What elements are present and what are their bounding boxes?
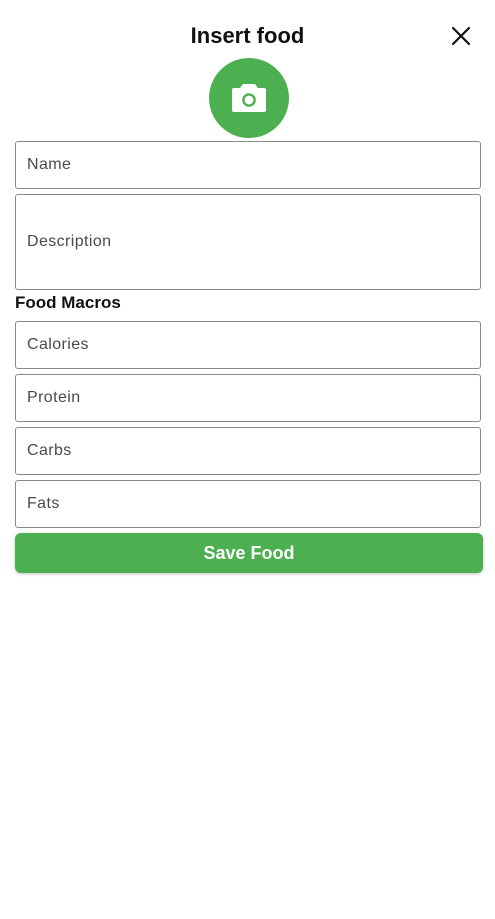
name-input[interactable] xyxy=(16,156,480,174)
page-title: Insert food xyxy=(190,23,305,48)
fats-field[interactable] xyxy=(15,480,481,528)
close-button[interactable] xyxy=(445,20,477,52)
name-field[interactable] xyxy=(15,141,481,189)
carbs-input[interactable] xyxy=(16,442,480,460)
save-food-button[interactable]: Save Food xyxy=(15,533,483,573)
close-icon xyxy=(451,26,471,46)
macros-section-title: Food Macros xyxy=(15,293,121,312)
calories-input[interactable] xyxy=(16,336,480,354)
protein-field[interactable] xyxy=(15,374,481,422)
camera-icon xyxy=(232,84,266,112)
protein-input[interactable] xyxy=(16,389,480,407)
carbs-field[interactable] xyxy=(15,427,481,475)
description-field[interactable] xyxy=(15,194,481,290)
description-input[interactable] xyxy=(16,231,480,253)
add-photo-button[interactable] xyxy=(209,58,289,138)
calories-field[interactable] xyxy=(15,321,481,369)
fats-input[interactable] xyxy=(16,495,480,513)
header: Insert food xyxy=(0,0,495,60)
